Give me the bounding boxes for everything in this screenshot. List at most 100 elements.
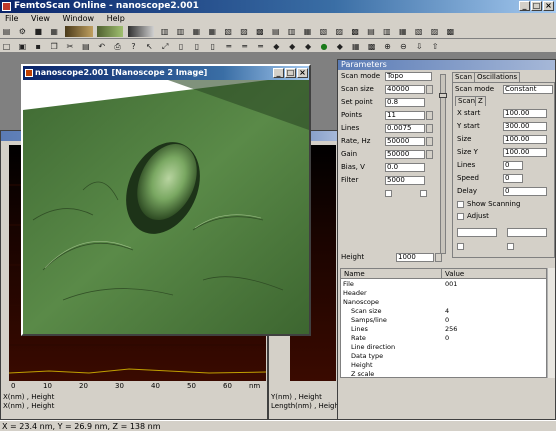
param-check-a[interactable]	[385, 190, 392, 197]
param-spin-6[interactable]	[426, 150, 433, 159]
paste-icon[interactable]: ▤	[80, 41, 91, 52]
tool3-icon[interactable]: ▯	[207, 41, 218, 52]
nanoscope-image-window[interactable]: nanoscope2.001 [Nanoscope 2 Image] _ □ ×	[21, 64, 311, 336]
grid11-icon[interactable]: ▧	[318, 26, 329, 37]
param-field-3[interactable]: 11	[385, 111, 425, 120]
grid-row-name[interactable]: Scan size	[351, 307, 446, 315]
open-icon[interactable]: ▤	[1, 26, 12, 37]
param-field-1[interactable]: 40000	[385, 85, 425, 94]
grid6-icon[interactable]: ▨	[239, 26, 250, 37]
param-spin-5[interactable]	[426, 137, 433, 146]
zoom-icon[interactable]: ⤢	[160, 41, 171, 52]
zoom-out-icon[interactable]: ⊖	[398, 41, 409, 52]
open-file-icon[interactable]: ▣	[17, 41, 28, 52]
grid15-icon[interactable]: ▥	[381, 26, 392, 37]
grid-row-value[interactable]	[445, 289, 545, 297]
grid-row-value[interactable]: 256	[445, 325, 545, 333]
grid3-icon[interactable]: ▦	[191, 26, 202, 37]
copy-icon[interactable]: ❐	[49, 41, 60, 52]
tool11-icon[interactable]: ▦	[350, 41, 361, 52]
z-slider-track[interactable]	[439, 74, 447, 254]
tool12-icon[interactable]: ▩	[366, 41, 377, 52]
nano-minimize-button[interactable]: _	[273, 68, 284, 78]
tool2-icon[interactable]: ▯	[192, 41, 203, 52]
grid-row-name[interactable]: Header	[343, 289, 438, 297]
palette2-icon[interactable]	[97, 26, 124, 37]
z-slider-thumb[interactable]	[439, 93, 447, 98]
height-field[interactable]: 1000	[396, 253, 434, 262]
help-icon[interactable]: ?	[128, 41, 139, 52]
scan-icon[interactable]: ⚙	[17, 26, 28, 37]
grid-row-value[interactable]: 0	[445, 316, 545, 324]
param-field-7[interactable]: 0.0	[385, 163, 425, 172]
pointer-icon[interactable]: ↖	[144, 41, 155, 52]
surface-viewport[interactable]	[23, 80, 309, 334]
grid-row-name[interactable]: Lines	[351, 325, 446, 333]
grid-row-value[interactable]	[445, 298, 545, 306]
grid-row-value[interactable]: 001	[445, 280, 545, 288]
param-spin-4[interactable]	[426, 124, 433, 133]
save-icon[interactable]: ■	[33, 26, 44, 37]
param-check-b[interactable]	[420, 190, 427, 197]
grid-icon[interactable]: ▥	[159, 26, 170, 37]
show-scanning-checkbox[interactable]	[457, 201, 464, 208]
grid16-icon[interactable]: ▦	[397, 26, 408, 37]
grid2-icon[interactable]: ▥	[175, 26, 186, 37]
grid-row-value[interactable]	[445, 352, 545, 360]
height-spin[interactable]	[435, 253, 442, 262]
param-field-4[interactable]: 0.0075	[385, 124, 425, 133]
menu-file[interactable]: File	[0, 13, 23, 24]
grid-row-name[interactable]: Samps/line	[351, 316, 446, 324]
grid9-icon[interactable]: ▥	[286, 26, 297, 37]
grid13-icon[interactable]: ▩	[350, 26, 361, 37]
rparam-field-4[interactable]: 100.00	[503, 148, 547, 157]
tool6-icon[interactable]: ═	[255, 41, 266, 52]
grid-row-value[interactable]	[445, 361, 545, 369]
close-button[interactable]: ×	[543, 1, 554, 11]
subtab-z[interactable]: Z	[475, 96, 486, 106]
rparam-field-5[interactable]: 0	[503, 161, 523, 170]
grid-row-name[interactable]: Data type	[351, 352, 446, 360]
run-icon[interactable]: ●	[319, 41, 330, 52]
nano-maximize-button[interactable]: □	[285, 68, 296, 78]
image-icon[interactable]: ▦	[49, 26, 60, 37]
grid14-icon[interactable]: ▤	[366, 26, 377, 37]
grid7-icon[interactable]: ▩	[254, 26, 265, 37]
grid-row-value[interactable]	[445, 343, 545, 351]
tool9-icon[interactable]: ◆	[303, 41, 314, 52]
option-checkbox-a[interactable]	[457, 243, 464, 250]
rparam-field-3[interactable]: 100.00	[503, 135, 547, 144]
grid19-icon[interactable]: ▩	[445, 26, 456, 37]
tool5-icon[interactable]: ═	[239, 41, 250, 52]
tool14-icon[interactable]: ⇧	[430, 41, 441, 52]
tool13-icon[interactable]: ⇩	[414, 41, 425, 52]
rparam-field-7[interactable]: 0	[503, 187, 547, 196]
header-grid[interactable]: Name Value File 001 Header Nanoscope Scan si…	[340, 268, 547, 378]
grid10-icon[interactable]: ▦	[302, 26, 313, 37]
grid-row-value[interactable]	[445, 370, 545, 378]
undo-icon[interactable]: ↶	[96, 41, 107, 52]
palette-icon[interactable]	[64, 26, 93, 37]
print-icon[interactable]: ⎙	[112, 41, 123, 52]
grid-row-value[interactable]: 4	[445, 307, 545, 315]
param-spin-1[interactable]	[426, 85, 433, 94]
grid4-icon[interactable]: ▦	[207, 26, 218, 37]
grid5-icon[interactable]: ▧	[223, 26, 234, 37]
tool4-icon[interactable]: ═	[223, 41, 234, 52]
rparam-field-6[interactable]: 0	[503, 174, 523, 183]
cut-icon[interactable]: ✂	[65, 41, 76, 52]
tool10-icon[interactable]: ◆	[334, 41, 345, 52]
tab-oscillations[interactable]: Oscillations	[474, 72, 521, 82]
option-checkbox-b[interactable]	[507, 243, 514, 250]
nano-close-button[interactable]: ×	[297, 68, 308, 78]
menu-view[interactable]: View	[26, 13, 55, 24]
param-field-0[interactable]: Topo	[385, 72, 432, 81]
grid-row-name[interactable]: Height	[351, 361, 446, 369]
grid-scrollbar[interactable]	[547, 268, 555, 378]
palette3-icon[interactable]	[128, 26, 155, 37]
tool1-icon[interactable]: ▯	[176, 41, 187, 52]
tool8-icon[interactable]: ◆	[287, 41, 298, 52]
tab-scan[interactable]: Scan	[452, 72, 476, 82]
grid-row-name[interactable]: Z scale	[351, 370, 446, 378]
new-icon[interactable]: □	[1, 41, 12, 52]
